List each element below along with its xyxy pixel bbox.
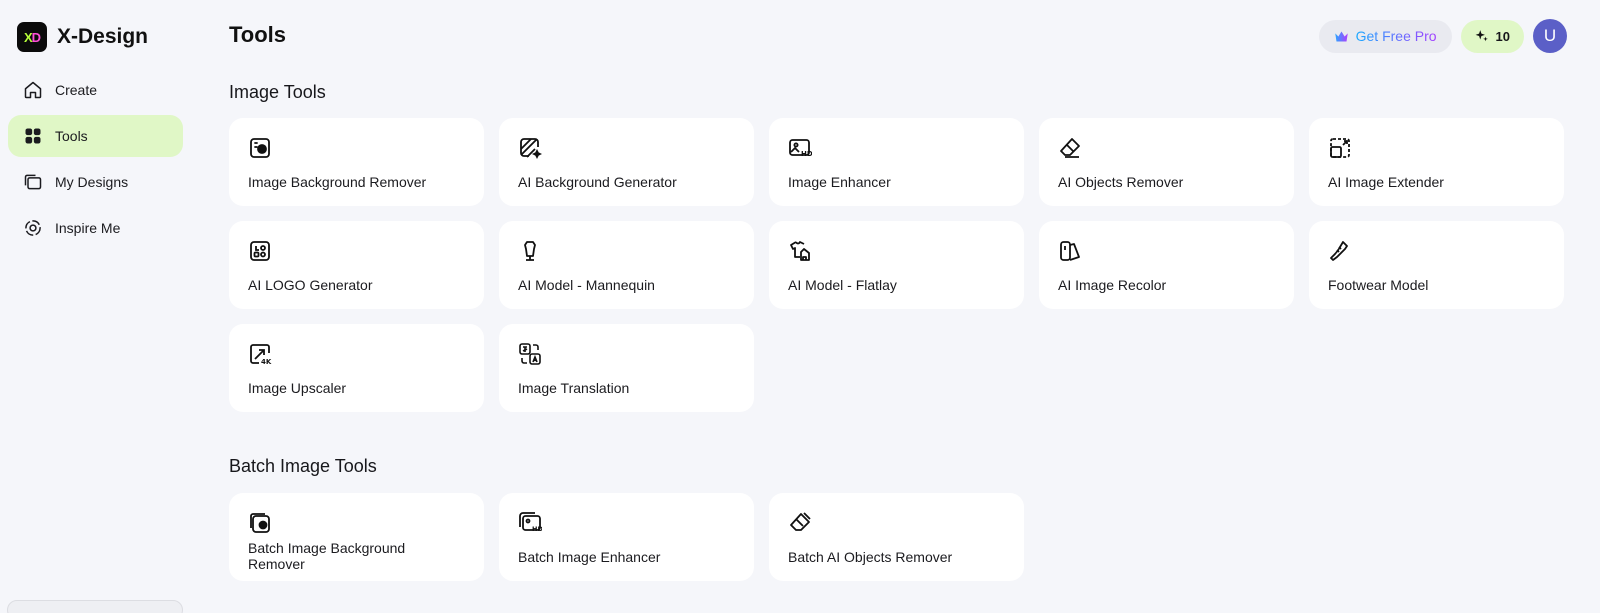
tool-card-image-upscaler[interactable]: 4K Image Upscaler bbox=[229, 324, 484, 412]
tool-card-label: AI Image Extender bbox=[1328, 174, 1444, 190]
inspire-icon bbox=[23, 218, 43, 238]
home-icon bbox=[23, 80, 43, 100]
sidebar-item-label: Tools bbox=[55, 128, 88, 144]
tool-card-image-translation[interactable]: Image Translation bbox=[499, 324, 754, 412]
tool-card-batch-image-background-remover[interactable]: Batch Image Background Remover bbox=[229, 493, 484, 581]
tool-card-label: Image Upscaler bbox=[248, 380, 347, 396]
upscale-4k-icon: 4K bbox=[248, 342, 272, 366]
hd-image-icon: HD bbox=[788, 136, 812, 160]
tool-card-ai-logo-generator[interactable]: AI LOGO Generator bbox=[229, 221, 484, 309]
sidebar-nav: Create Tools My Designs Inspire Me bbox=[8, 69, 183, 253]
grid-icon bbox=[23, 126, 43, 146]
brand-name: X-Design bbox=[57, 25, 149, 48]
tool-card-label: Image Background Remover bbox=[248, 174, 427, 190]
brand-logo: XD bbox=[17, 22, 47, 52]
tool-card-label: AI Model - Flatlay bbox=[788, 277, 897, 293]
header-actions: Get Free Pro 10 U bbox=[1318, 19, 1567, 53]
logo-letter-x: X bbox=[23, 29, 33, 45]
tool-card-label: AI Objects Remover bbox=[1058, 174, 1184, 190]
sidebar-item-label: Create bbox=[55, 82, 98, 98]
mannequin-icon bbox=[518, 239, 542, 263]
sidebar-item-label: My Designs bbox=[55, 174, 129, 190]
logo-icon bbox=[248, 239, 272, 263]
flatlay-icon bbox=[788, 239, 812, 263]
shoe-icon bbox=[1328, 239, 1352, 263]
batch-hd-image-icon: HD bbox=[518, 511, 542, 535]
section-title-batch-image-tools: Batch Image Tools bbox=[229, 456, 377, 476]
tool-card-batch-ai-objects-remover[interactable]: Batch AI Objects Remover bbox=[769, 493, 1024, 581]
eraser-icon bbox=[1058, 136, 1082, 160]
svg-text:HD: HD bbox=[532, 525, 542, 533]
batch-eraser-icon bbox=[788, 511, 812, 535]
recolor-icon bbox=[1058, 239, 1082, 263]
svg-text:HD: HD bbox=[801, 150, 812, 158]
batch-tools-grid: Batch Image Background Remover HD Batch … bbox=[229, 493, 1564, 581]
tool-card-label: AI LOGO Generator bbox=[248, 277, 373, 293]
tool-card-label: Batch Image Enhancer bbox=[518, 549, 661, 565]
get-free-pro-button[interactable]: Get Free Pro bbox=[1318, 19, 1452, 53]
credits-count: 10 bbox=[1495, 28, 1510, 44]
tool-card-label: Image Translation bbox=[518, 380, 630, 396]
section-title-image-tools: Image Tools bbox=[229, 82, 326, 102]
sidebar-item-label: Inspire Me bbox=[55, 220, 121, 236]
sparkle-icon bbox=[1475, 29, 1489, 43]
tool-card-image-enhancer[interactable]: HD Image Enhancer bbox=[769, 118, 1024, 206]
sidebar-item-create[interactable]: Create bbox=[8, 69, 183, 111]
tool-card-label: AI Model - Mannequin bbox=[518, 277, 655, 293]
tool-card-batch-image-enhancer[interactable]: HD Batch Image Enhancer bbox=[499, 493, 754, 581]
crown-icon bbox=[1334, 30, 1349, 43]
tool-card-label: AI Background Generator bbox=[518, 174, 677, 190]
translate-icon bbox=[518, 342, 542, 366]
page-title: Tools bbox=[229, 22, 287, 47]
folders-icon bbox=[23, 172, 43, 192]
sidebar: XD X-Design Create Tools My Designs Insp… bbox=[0, 0, 192, 613]
tool-card-label: Image Enhancer bbox=[788, 174, 891, 190]
tool-card-ai-image-recolor[interactable]: AI Image Recolor bbox=[1039, 221, 1294, 309]
tool-card-image-background-remover[interactable]: Image Background Remover bbox=[229, 118, 484, 206]
extend-icon bbox=[1328, 136, 1352, 160]
bg-remover-icon bbox=[248, 136, 272, 160]
get-free-pro-label: Get Free Pro bbox=[1355, 28, 1437, 44]
sidebar-bottom-panel[interactable] bbox=[7, 600, 183, 613]
logo-letter-d: D bbox=[31, 29, 41, 45]
avatar[interactable]: U bbox=[1533, 19, 1567, 53]
credits-badge[interactable]: 10 bbox=[1460, 19, 1524, 53]
brand[interactable]: XD X-Design bbox=[17, 22, 148, 52]
tool-card-label: Batch Image Background Remover bbox=[248, 540, 406, 572]
tool-card-label: Batch AI Objects Remover bbox=[788, 549, 953, 565]
sidebar-item-inspire-me[interactable]: Inspire Me bbox=[8, 207, 183, 249]
tool-card-ai-background-generator[interactable]: AI Background Generator bbox=[499, 118, 754, 206]
tool-card-label: AI Image Recolor bbox=[1058, 277, 1167, 293]
sidebar-item-tools[interactable]: Tools bbox=[8, 115, 183, 157]
batch-bg-remover-icon bbox=[248, 511, 272, 535]
tool-card-ai-objects-remover[interactable]: AI Objects Remover bbox=[1039, 118, 1294, 206]
bg-generator-icon bbox=[518, 136, 542, 160]
tool-card-ai-image-extender[interactable]: AI Image Extender bbox=[1309, 118, 1564, 206]
tool-card-ai-model-flatlay[interactable]: AI Model - Flatlay bbox=[769, 221, 1024, 309]
image-tools-grid: Image Background Remover AI Background G… bbox=[229, 118, 1564, 412]
tool-card-label: Footwear Model bbox=[1328, 277, 1429, 293]
tool-card-ai-model-mannequin[interactable]: AI Model - Mannequin bbox=[499, 221, 754, 309]
tool-card-footwear-model[interactable]: Footwear Model bbox=[1309, 221, 1564, 309]
svg-text:4K: 4K bbox=[261, 358, 272, 366]
sidebar-item-my-designs[interactable]: My Designs bbox=[8, 161, 183, 203]
